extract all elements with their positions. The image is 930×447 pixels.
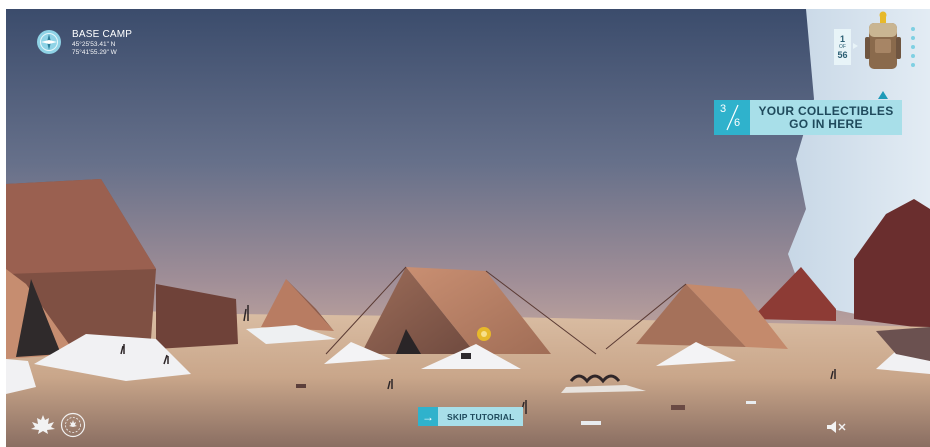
speaker-muted-icon[interactable] <box>826 420 848 434</box>
tooltip-message: YOUR COLLECTIBLES GO IN HERE <box>750 100 902 135</box>
tooltip-step-total: 6 <box>734 117 741 129</box>
counter-arrow-icon <box>853 43 858 49</box>
collectibles-tooltip: 3 6 YOUR COLLECTIBLES GO IN HERE <box>714 100 902 135</box>
backpack-icon[interactable] <box>861 11 905 73</box>
arrow-right-icon: → <box>418 407 438 426</box>
location-panel: BASE CAMP 45°25'53.41" N 75°41'55.29" W <box>36 29 132 57</box>
canada-150-seal-icon <box>60 412 86 438</box>
tooltip-line-2: GO IN HERE <box>789 116 863 131</box>
game-stage: BASE CAMP 45°25'53.41" N 75°41'55.29" W … <box>6 9 930 447</box>
maple-leaf-logo-icon <box>31 415 55 434</box>
tooltip-line-1: YOUR COLLECTIBLES <box>758 103 894 118</box>
collectible-total: 56 <box>837 50 848 60</box>
skip-tutorial-label: SKIP TUTORIAL <box>438 407 524 426</box>
compass-icon[interactable] <box>36 29 62 55</box>
tooltip-step-fraction: 3 6 <box>714 100 750 135</box>
skip-tutorial-button[interactable]: → SKIP TUTORIAL <box>418 407 524 426</box>
collectible-current: 1 <box>839 34 845 44</box>
tooltip-pointer-icon <box>878 91 888 99</box>
location-name: BASE CAMP <box>72 29 133 40</box>
base-camp-scene <box>6 9 930 447</box>
menu-dots-icon[interactable] <box>911 27 915 67</box>
longitude: 75°41'55.29" W <box>72 49 117 56</box>
latitude: 45°25'53.41" N <box>72 41 116 48</box>
collectible-counter: 1 OF 56 <box>834 29 851 65</box>
